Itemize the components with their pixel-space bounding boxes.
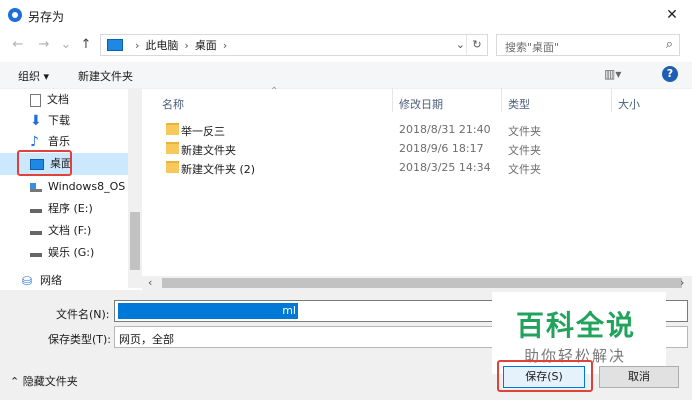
sidebar-item-downloads[interactable]: ⬇ 下载 bbox=[30, 111, 70, 131]
address-dropdown-button[interactable]: ⌄ bbox=[456, 38, 465, 51]
computer-icon bbox=[107, 39, 123, 51]
filename-selection: ml bbox=[118, 303, 298, 319]
sort-ascending-icon: ⌃ bbox=[270, 86, 279, 97]
sidebar-scrollbar-thumb[interactable] bbox=[130, 212, 140, 270]
sidebar-item-drive-g[interactable]: 娱乐 (G:) bbox=[30, 243, 94, 263]
address-bar[interactable]: › 此电脑 › 桌面 › ⌄ ↻ bbox=[100, 34, 488, 56]
column-header-type[interactable]: 类型 bbox=[508, 96, 530, 112]
hide-folders-button[interactable]: ⌃ 隐藏文件夹 bbox=[10, 373, 78, 389]
file-row[interactable]: 新建文件夹 (2) 2018/3/25 14:34 文件夹 bbox=[160, 158, 660, 178]
back-button[interactable]: ← bbox=[10, 38, 26, 52]
folder-icon bbox=[166, 123, 179, 135]
download-icon: ⬇ bbox=[30, 113, 42, 129]
folder-icon bbox=[166, 161, 179, 173]
file-date: 2018/3/25 14:34 bbox=[399, 161, 491, 174]
breadcrumb-desktop[interactable]: 桌面 bbox=[195, 37, 217, 53]
music-icon: ♪ bbox=[30, 134, 39, 150]
file-row[interactable]: 举一反三 2018/8/31 21:40 文件夹 bbox=[160, 120, 660, 140]
view-options-button[interactable]: ▥▾ bbox=[604, 67, 621, 81]
filetype-label: 保存类型(T): bbox=[48, 333, 112, 346]
close-button[interactable]: ✕ bbox=[652, 0, 692, 30]
file-type: 文件夹 bbox=[508, 163, 541, 176]
breadcrumb-this-pc[interactable]: 此电脑 bbox=[145, 37, 178, 53]
sidebar-item-drive-e[interactable]: 程序 (E:) bbox=[30, 199, 93, 219]
scroll-right-icon[interactable]: › bbox=[680, 276, 684, 289]
file-name: 新建文件夹 (2) bbox=[181, 163, 256, 176]
navigation-bar: ← → ⌄ ↑ › 此电脑 › 桌面 › ⌄ ↻ 搜索"桌面" ⌕ bbox=[0, 30, 692, 60]
drive-icon bbox=[30, 182, 42, 192]
filetype-value: 网页，全部 bbox=[119, 333, 174, 346]
file-name: 举一反三 bbox=[181, 125, 225, 138]
app-icon bbox=[8, 8, 22, 22]
recent-locations-button[interactable]: ⌄ bbox=[58, 38, 74, 52]
file-date: 2018/9/6 18:17 bbox=[399, 142, 484, 155]
sidebar-item-label: 文档 (F:) bbox=[48, 224, 92, 237]
organize-menu-button[interactable]: 组织 ▾ bbox=[18, 68, 49, 84]
file-row[interactable]: 新建文件夹 2018/9/6 18:17 文件夹 bbox=[160, 139, 660, 159]
sidebar-item-label: 文档 bbox=[47, 93, 69, 106]
sidebar-item-music[interactable]: ♪ 音乐 bbox=[30, 132, 70, 152]
forward-button[interactable]: → bbox=[36, 38, 52, 52]
sidebar-item-label: 网络 bbox=[40, 274, 62, 287]
search-placeholder: 搜索"桌面" bbox=[505, 41, 560, 54]
column-header-date[interactable]: 修改日期 bbox=[399, 96, 443, 112]
sidebar-item-label: 程序 (E:) bbox=[48, 202, 93, 215]
file-type: 文件夹 bbox=[508, 144, 541, 157]
command-bar: 组织 ▾ 新建文件夹 ▥▾ ? bbox=[0, 62, 692, 89]
column-header-name[interactable]: 名称 bbox=[162, 96, 184, 112]
new-folder-button[interactable]: 新建文件夹 bbox=[78, 68, 133, 84]
sidebar-item-network[interactable]: ⛁ 网络 bbox=[22, 271, 62, 291]
chevron-right-icon: › bbox=[184, 38, 189, 52]
document-icon bbox=[30, 93, 41, 107]
file-name: 新建文件夹 bbox=[181, 144, 236, 157]
filename-value: ml bbox=[282, 304, 296, 317]
file-type: 文件夹 bbox=[508, 125, 541, 138]
column-divider[interactable] bbox=[501, 88, 502, 112]
sidebar-item-label: Windows8_OS bbox=[48, 180, 126, 193]
column-divider[interactable] bbox=[611, 88, 612, 112]
column-header-size[interactable]: 大小 bbox=[618, 96, 640, 112]
search-input[interactable]: 搜索"桌面" ⌕ bbox=[496, 34, 680, 56]
sidebar-item-label: 下载 bbox=[48, 114, 70, 127]
drive-icon bbox=[30, 227, 42, 235]
drive-icon bbox=[30, 249, 42, 257]
window-title: 另存为 bbox=[28, 10, 65, 24]
title-bar: 另存为 ✕ bbox=[0, 0, 692, 30]
chevron-right-icon: › bbox=[135, 38, 140, 52]
column-divider[interactable] bbox=[392, 88, 393, 112]
chevron-right-icon: › bbox=[222, 38, 228, 52]
watermark-brand: 百科全说 bbox=[516, 309, 637, 342]
network-icon: ⛁ bbox=[22, 274, 33, 288]
drive-icon bbox=[30, 205, 42, 213]
refresh-button[interactable]: ↻ bbox=[466, 35, 487, 55]
cancel-button[interactable]: 取消 bbox=[599, 366, 679, 388]
file-list-hscrollbar-thumb[interactable] bbox=[162, 278, 682, 288]
scroll-left-icon[interactable]: ‹ bbox=[148, 276, 152, 289]
file-date: 2018/8/31 21:40 bbox=[399, 123, 491, 136]
sidebar-item-documents[interactable]: 文档 bbox=[30, 90, 69, 110]
help-button[interactable]: ? bbox=[662, 66, 678, 82]
search-icon[interactable]: ⌕ bbox=[666, 37, 673, 52]
desktop-highlight-annotation bbox=[17, 150, 72, 176]
up-button[interactable]: ↑ bbox=[78, 38, 94, 52]
sidebar-item-drive-f[interactable]: 文档 (F:) bbox=[30, 221, 91, 241]
filename-label: 文件名(N): bbox=[56, 308, 110, 321]
sidebar-item-windows8-os[interactable]: Windows8_OS bbox=[30, 177, 125, 197]
save-highlight-annotation bbox=[497, 360, 593, 392]
folder-icon bbox=[166, 142, 179, 154]
sidebar-item-label: 音乐 bbox=[48, 135, 70, 148]
sidebar-item-label: 娱乐 (G:) bbox=[48, 246, 95, 259]
